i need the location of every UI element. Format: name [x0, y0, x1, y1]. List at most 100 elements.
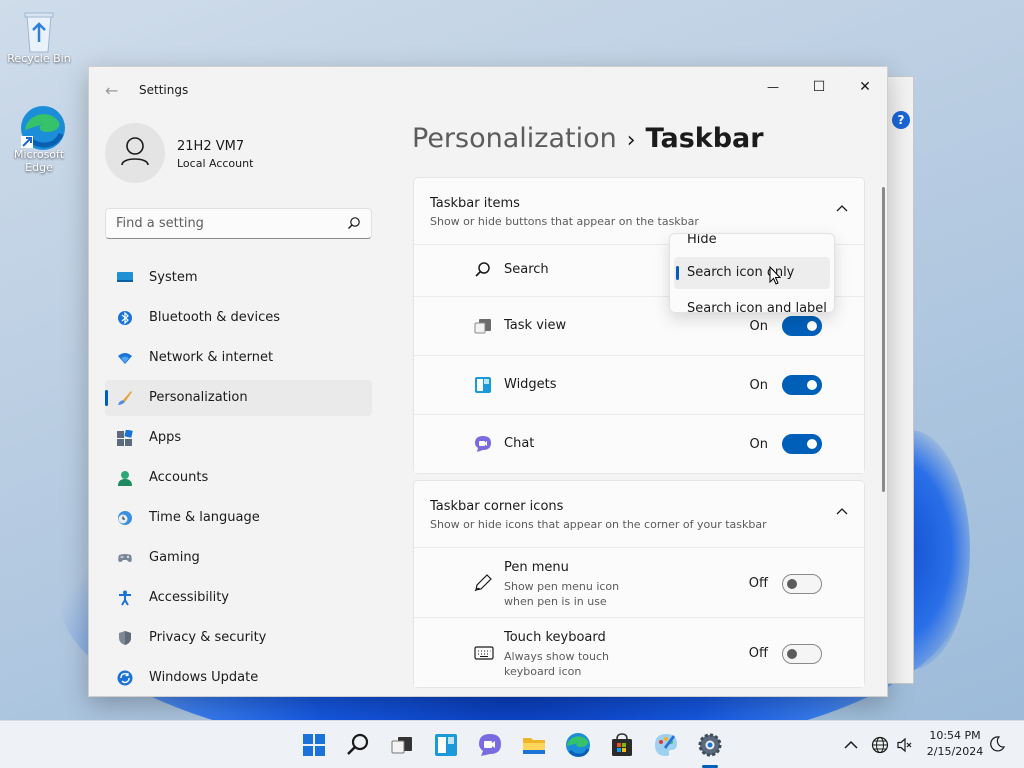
row-touch-keyboard: Touch keyboard Always show touch keyboar…	[414, 617, 864, 687]
clock-globe-icon	[118, 511, 132, 525]
settings-window: ← Settings — ☐ ✕ 21H2 VM7 Local Account …	[88, 66, 888, 697]
update-icon	[117, 670, 133, 686]
sidebar-item-windows-update[interactable]: Windows Update	[105, 660, 372, 696]
paint-icon[interactable]	[652, 731, 680, 759]
chat-toggle[interactable]	[782, 434, 822, 454]
volume-muted-icon[interactable]	[895, 735, 915, 755]
desktop-icon-label: Recycle Bin	[7, 52, 71, 65]
sidebar-item-personalization[interactable]: Personalization	[105, 380, 372, 416]
maximize-button[interactable]: ☐	[799, 73, 839, 101]
widgets-toggle[interactable]	[782, 375, 822, 395]
back-arrow-icon[interactable]: ←	[105, 81, 118, 100]
network-globe-icon[interactable]	[870, 735, 890, 755]
row-pen-menu: Pen menu Show pen menu icon when pen is …	[414, 547, 864, 617]
breadcrumb: Personalization › Taskbar	[412, 123, 764, 154]
minimize-button[interactable]: —	[753, 73, 793, 101]
search-icon	[475, 262, 490, 277]
sidebar-item-label: Time & language	[149, 510, 260, 525]
sidebar-item-label: Bluetooth & devices	[149, 310, 280, 325]
sidebar-item-privacy-security[interactable]: Privacy & security	[105, 620, 372, 656]
sidebar-item-network[interactable]: Network & internet	[105, 340, 372, 376]
row-description: Show pen menu icon when pen is in use	[504, 580, 620, 608]
system-icon	[117, 272, 133, 282]
file-explorer-icon[interactable]	[520, 731, 548, 759]
sidebar-item-label: Apps	[149, 430, 182, 445]
dropdown-option-search-icon-and-label[interactable]: Search icon and label	[674, 293, 830, 312]
widgets-icon[interactable]	[432, 731, 460, 759]
focus-moon-icon[interactable]	[988, 735, 1006, 753]
wifi-icon	[118, 353, 132, 364]
dropdown-option-hide[interactable]: Hide	[674, 234, 830, 256]
chat-icon	[475, 436, 491, 452]
row-label: Widgets	[504, 377, 557, 392]
row-description: Always show touch keyboard icon	[504, 650, 610, 678]
section-title: Taskbar items	[430, 196, 520, 211]
sidebar-item-accessibility[interactable]: Accessibility	[105, 580, 372, 616]
sidebar-item-apps[interactable]: Apps	[105, 420, 372, 456]
desktop-icon-label: Microsoft Edge	[13, 148, 65, 174]
title-bar[interactable]: ← Settings — ☐ ✕	[89, 67, 887, 113]
chevron-up-icon[interactable]	[836, 507, 848, 515]
bluetooth-icon	[118, 311, 132, 325]
clock-date[interactable]: 2/15/2024	[920, 745, 990, 758]
sidebar-item-label: Accounts	[149, 470, 209, 485]
pen-icon	[474, 574, 492, 592]
corner-icons-header[interactable]: Taskbar corner icons Show or hide icons …	[414, 481, 864, 547]
help-icon[interactable]: ?	[892, 111, 910, 129]
sidebar-item-gaming[interactable]: Gaming	[105, 540, 372, 576]
desktop-icon-microsoft-edge[interactable]: Microsoft Edge	[1, 104, 77, 174]
keyboard-icon	[474, 646, 494, 660]
page-title: Taskbar	[645, 123, 764, 154]
chat-icon[interactable]	[476, 731, 504, 759]
profile-account-type: Local Account	[177, 157, 254, 170]
taskbar: 10:54 PM 2/15/2024	[0, 720, 1024, 768]
breadcrumb-parent[interactable]: Personalization	[412, 123, 617, 154]
close-button[interactable]: ✕	[845, 73, 885, 101]
row-chat: Chat On	[414, 414, 864, 473]
desktop-icon-recycle-bin[interactable]: Recycle Bin	[1, 8, 77, 65]
task-view-icon[interactable]	[388, 731, 416, 759]
sidebar-item-label: Windows Update	[149, 670, 259, 685]
toggle-state: Off	[748, 576, 768, 591]
accessibility-icon	[119, 590, 131, 606]
taskbar-search-icon[interactable]	[344, 731, 372, 759]
shield-icon	[119, 631, 131, 645]
sidebar-item-bluetooth[interactable]: Bluetooth & devices	[105, 300, 372, 336]
section-subtitle: Show or hide icons that appear on the co…	[430, 518, 767, 531]
row-label: Pen menu	[504, 560, 569, 575]
apps-icon	[117, 430, 133, 446]
taskbar-corner-icons-card: Taskbar corner icons Show or hide icons …	[413, 480, 865, 688]
person-icon	[121, 137, 149, 166]
search-mode-dropdown[interactable]: Hide Search icon only Search icon and la…	[669, 233, 835, 313]
recycle-bin-icon	[19, 8, 59, 53]
widgets-icon	[475, 377, 491, 393]
edge-icon[interactable]	[564, 731, 592, 759]
sidebar-item-system[interactable]: System	[105, 260, 372, 296]
chevron-up-icon[interactable]	[836, 204, 848, 212]
pen-menu-toggle[interactable]	[782, 574, 822, 594]
task-view-icon	[474, 319, 491, 334]
sidebar-item-label: Privacy & security	[149, 630, 267, 645]
toggle-state: Off	[748, 646, 768, 661]
settings-gear-icon[interactable]	[696, 731, 724, 759]
search-box[interactable]	[105, 208, 372, 239]
avatar	[105, 123, 165, 183]
show-hidden-icons-chevron-icon[interactable]	[840, 735, 862, 755]
touch-keyboard-toggle[interactable]	[782, 644, 822, 664]
task-view-toggle[interactable]	[782, 316, 822, 336]
scrollbar[interactable]	[882, 187, 885, 492]
start-icon[interactable]	[300, 731, 328, 759]
section-subtitle: Show or hide buttons that appear on the …	[430, 215, 699, 228]
row-label: Touch keyboard	[504, 630, 606, 645]
sidebar-item-label: Personalization	[149, 390, 248, 405]
sidebar-item-time-language[interactable]: Time & language	[105, 500, 372, 536]
row-label: Chat	[504, 436, 535, 451]
sidebar-nav: System Bluetooth & devices Network & int…	[105, 260, 372, 696]
row-widgets: Widgets On	[414, 355, 864, 414]
dropdown-option-search-icon-only[interactable]: Search icon only	[674, 257, 830, 289]
section-title: Taskbar corner icons	[430, 499, 564, 514]
clock-time[interactable]: 10:54 PM	[920, 729, 990, 742]
sidebar-item-accounts[interactable]: Accounts	[105, 460, 372, 496]
search-input[interactable]	[106, 209, 336, 238]
microsoft-store-icon[interactable]	[608, 731, 636, 759]
